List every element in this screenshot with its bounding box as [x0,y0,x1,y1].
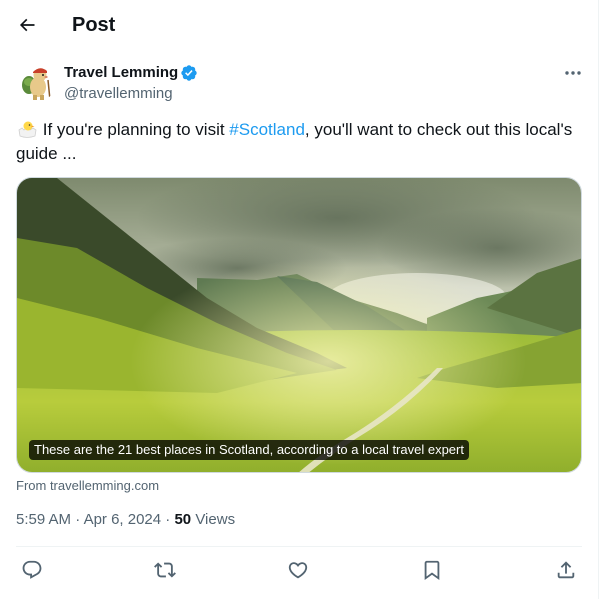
reply-button[interactable] [17,555,47,585]
views-count: 50 [174,511,192,528]
like-button[interactable] [283,555,313,585]
hatching-chick-emoji [18,121,37,138]
post-time[interactable]: 5:59 AM [16,511,71,528]
meta-separator: · [75,511,81,528]
card-source[interactable]: From travellemming.com [16,478,159,494]
page-header: Post [0,0,600,52]
link-card-image[interactable]: These are the 21 best places in Scotland… [16,177,582,473]
more-horizontal-icon [565,71,581,75]
share-icon [557,561,575,579]
views-label: Views [195,511,236,528]
post-text: If you're planning to visit #Scotland, y… [16,118,576,166]
post-date[interactable]: Apr 6, 2024 [84,511,162,528]
verified-badge-icon [181,65,197,81]
avatar[interactable] [16,62,56,102]
author-name[interactable]: Travel Lemming [64,64,178,82]
author-handle[interactable]: @travellemming [64,85,173,103]
heart-icon [288,562,308,579]
column-border [598,0,599,599]
back-button[interactable] [10,8,44,42]
scotland-glen-photo [17,178,581,472]
hashtag-link[interactable]: #Scotland [229,120,305,139]
action-bar [0,555,600,585]
post-page: Post Travel Lemming @travellemming If yo… [0,0,610,599]
post-text-part: If you're planning to visit [38,120,230,139]
repost-icon [154,562,176,578]
page-title: Post [72,14,116,36]
post-meta: 5:59 AM · Apr 6, 2024 · 50 Views [16,510,235,530]
reply-icon [22,560,42,579]
bookmark-icon [424,560,440,581]
repost-button[interactable] [150,555,180,585]
lemming-logo [16,62,56,102]
share-button[interactable] [551,555,581,585]
bookmark-button[interactable] [417,555,447,585]
divider [16,546,582,547]
more-options-button[interactable] [560,62,586,84]
meta-separator: · [165,511,171,528]
arrow-left-icon [19,18,35,32]
card-caption: These are the 21 best places in Scotland… [29,440,469,460]
